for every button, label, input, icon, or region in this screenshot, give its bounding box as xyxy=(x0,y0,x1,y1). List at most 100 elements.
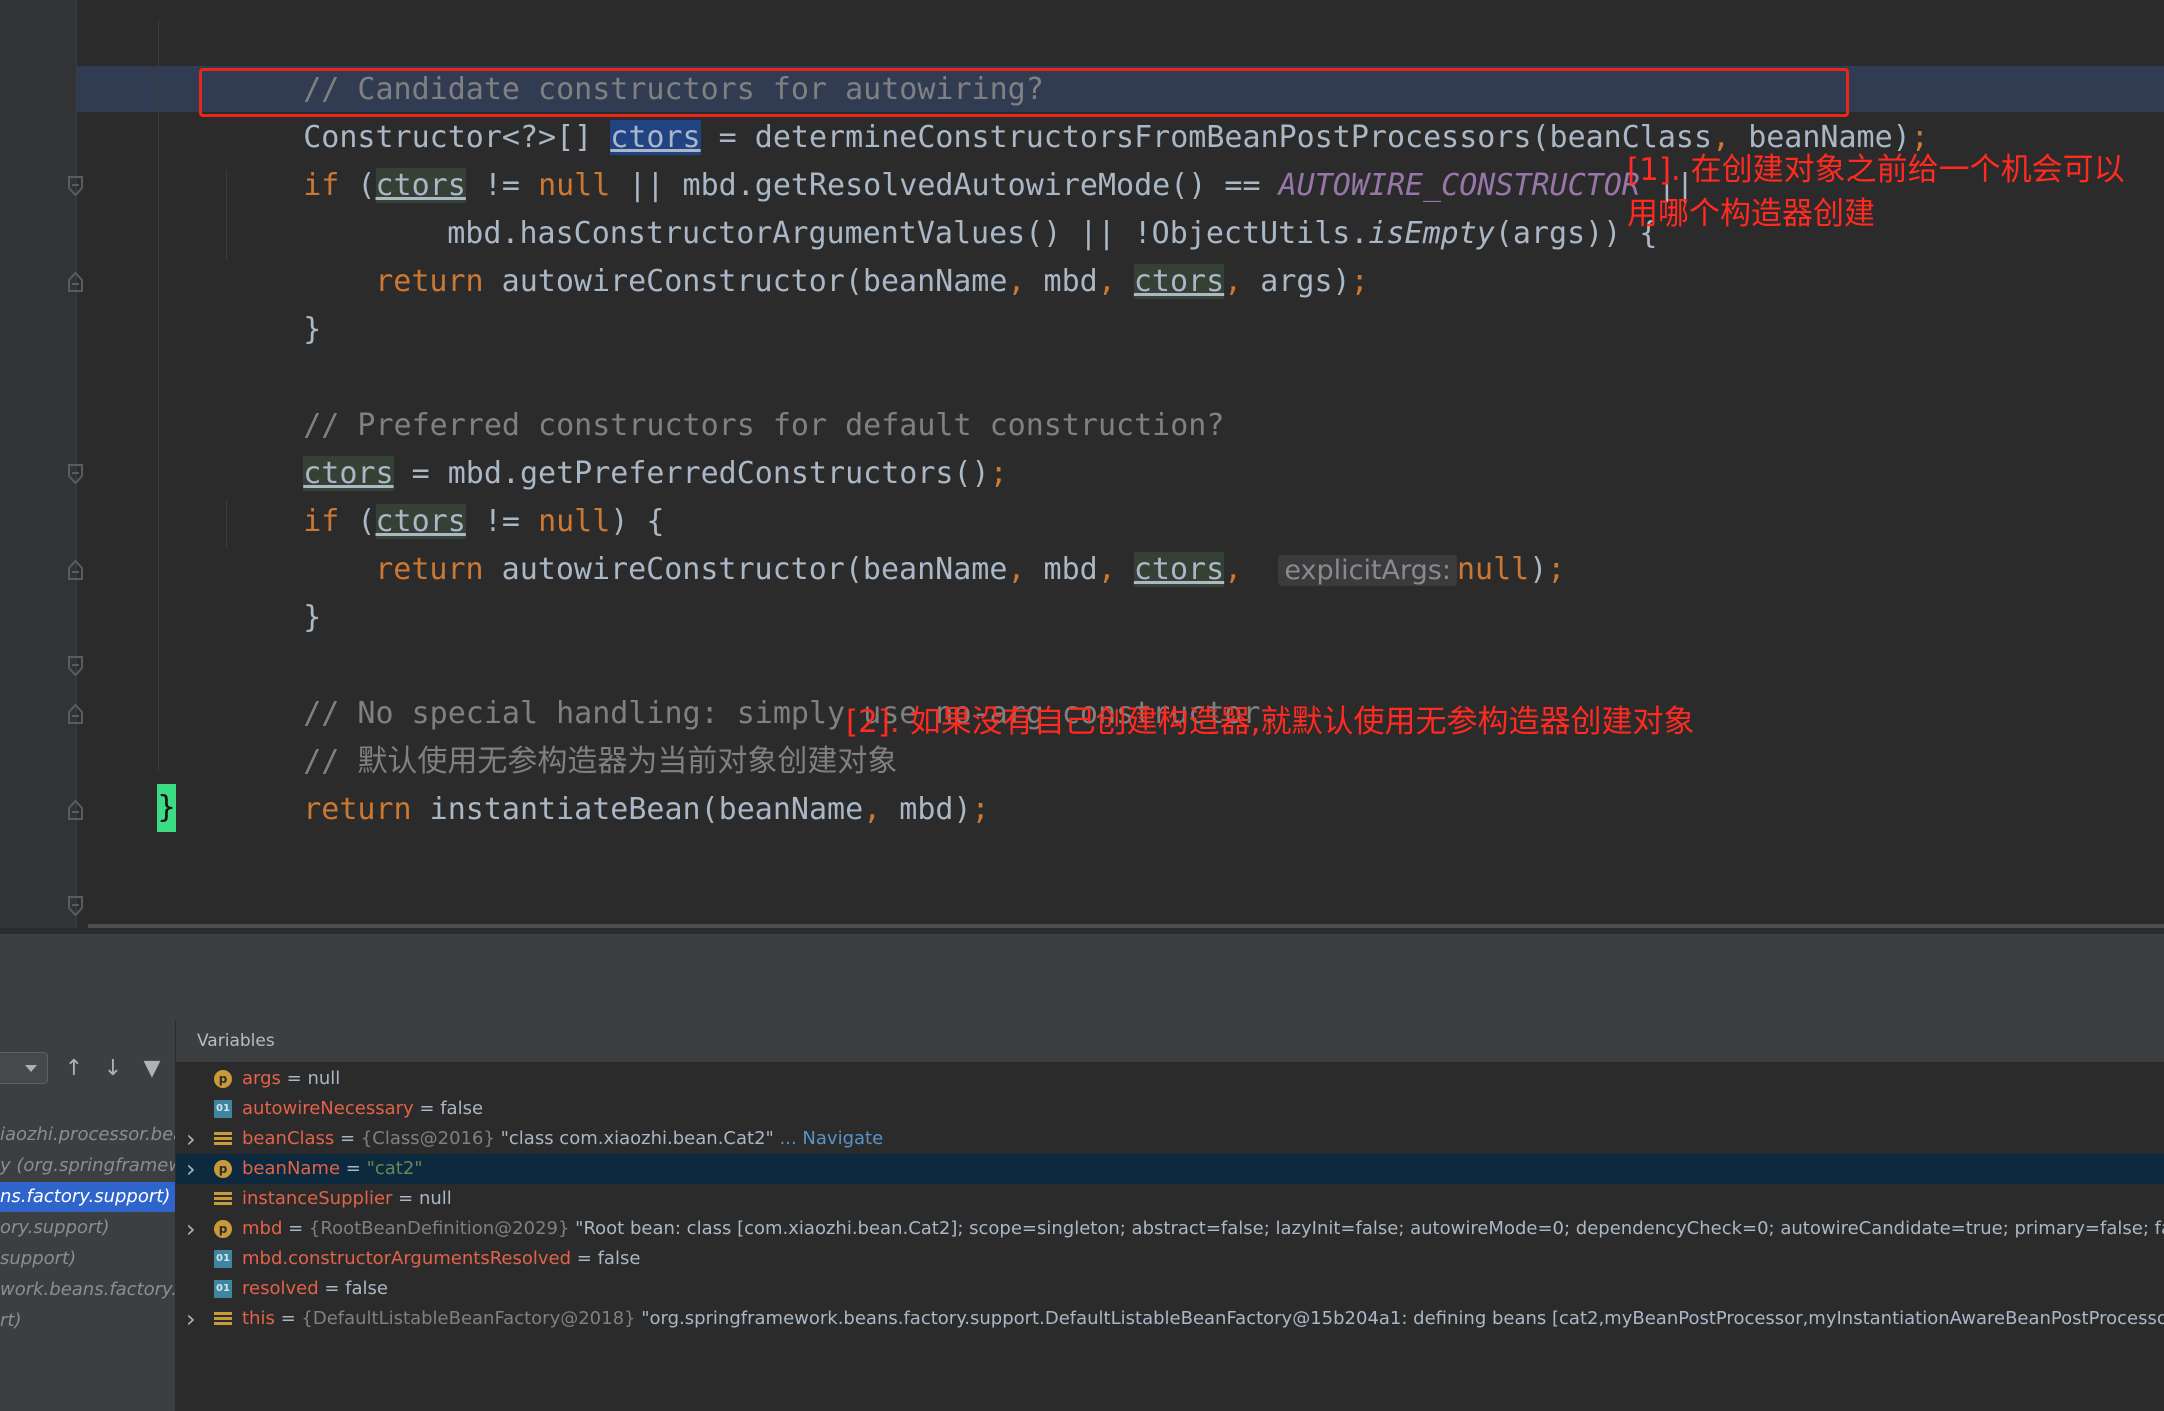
code-token: ; xyxy=(1350,264,1369,299)
indent-guide xyxy=(158,20,159,770)
parameter-hint: explicitArgs: xyxy=(1278,555,1457,586)
variable-ctors[interactable]: ctors xyxy=(1133,264,1225,299)
code-token: , xyxy=(1097,552,1134,587)
stack-frame[interactable]: ory.support) xyxy=(0,1213,175,1243)
variable-name: beanName xyxy=(242,1158,341,1179)
variable-row[interactable]: p args = null xyxy=(176,1064,2164,1094)
code-token: , xyxy=(1007,552,1044,587)
fold-end-icon[interactable] xyxy=(68,272,83,292)
frames-toolbar: ↑ ↓ ▼ xyxy=(0,1048,175,1092)
variable-text: this = {DefaultListableBeanFactory@2018}… xyxy=(242,1304,2164,1334)
field-icon xyxy=(214,1310,232,1328)
stack-frame[interactable]: work.beans.factory.su xyxy=(0,1275,175,1305)
code-line[interactable]: // 默认使用无参构造器为当前对象创建对象 xyxy=(231,690,897,779)
code-line[interactable]: return autowireConstructor(beanName, mbd… xyxy=(303,498,1565,587)
chevron-down-icon xyxy=(25,1065,37,1072)
variable-text: mbd = {RootBeanDefinition@2029} "Root be… xyxy=(242,1214,2164,1244)
code-token: ; xyxy=(971,792,990,827)
code-token: mbd) xyxy=(899,792,972,827)
expand-chevron-icon[interactable]: › xyxy=(186,1154,200,1184)
variable-row[interactable]: › p mbd = {RootBeanDefinition@2029} "Root … xyxy=(176,1214,2164,1244)
variable-value: "cat2" xyxy=(366,1158,423,1179)
fold-end-icon[interactable] xyxy=(68,560,83,580)
fold-marker-icon[interactable] xyxy=(68,176,83,196)
fold-marker-icon[interactable] xyxy=(68,656,83,676)
parameter-icon: p xyxy=(214,1220,232,1238)
variable-text: beanName = "cat2" xyxy=(242,1154,423,1184)
variable-name: this xyxy=(242,1308,275,1329)
variable-equals: = xyxy=(340,1158,367,1179)
code-line[interactable]: // Preferred constructors for default co… xyxy=(231,354,1224,443)
fold-end-icon[interactable] xyxy=(68,800,83,820)
variable-name: autowireNecessary xyxy=(242,1098,414,1119)
fold-marker-icon[interactable] xyxy=(68,896,83,916)
code-token: , xyxy=(1097,264,1134,299)
stack-frame[interactable]: iaozhi.processor.bea xyxy=(0,1120,175,1150)
variable-row[interactable]: › p beanName = "cat2" xyxy=(176,1154,2164,1184)
highlight-box xyxy=(199,68,1849,117)
variable-value: null xyxy=(307,1068,341,1089)
frames-panel: ↑ ↓ ▼ iaozhi.processor.bea y (org.springf… xyxy=(0,1020,176,1411)
arrow-down-icon[interactable]: ↓ xyxy=(101,1056,125,1082)
expand-chevron-icon[interactable]: › xyxy=(186,1124,200,1154)
code-line[interactable]: if (ctors != null) { xyxy=(231,450,665,539)
static-method: isEmpty xyxy=(1368,216,1495,251)
variable-row[interactable]: 01 autowireNecessary = false xyxy=(176,1094,2164,1124)
code-line[interactable]: return instantiateBean(beanName, mbd); xyxy=(231,738,989,827)
variable-text: beanClass = {Class@2016} "class com.xiao… xyxy=(242,1124,883,1154)
variable-equals: = xyxy=(413,1098,441,1119)
variable-row[interactable]: instanceSupplier = null xyxy=(176,1184,2164,1214)
code-editor[interactable]: // Candidate constructors for autowiring… xyxy=(0,0,2164,928)
code-line[interactable]: } xyxy=(231,546,321,635)
code-line[interactable]: mbd.hasConstructorArgumentValues() || !O… xyxy=(375,162,1657,251)
variable-row[interactable]: 01 mbd.constructorArgumentsResolved = fal… xyxy=(176,1244,2164,1274)
variable-value: "class com.xiaozhi.bean.Cat2" xyxy=(500,1128,774,1149)
expand-chevron-icon[interactable]: › xyxy=(186,1304,200,1334)
code-token: ) xyxy=(1529,552,1548,587)
code-token: mbd xyxy=(1043,264,1098,299)
stack-frame[interactable]: support) xyxy=(0,1244,175,1274)
variables-panel: Variables p args = null 01 autowireNecessar… xyxy=(176,1020,2164,1411)
code-line[interactable]: // No special handling: simply use no-ar… xyxy=(231,642,1278,731)
fold-marker-icon[interactable] xyxy=(68,464,83,484)
code-token: autowireConstructor(beanName xyxy=(483,552,1008,587)
code-line[interactable]: // Candidate constructors for autowiring… xyxy=(231,18,1044,107)
navigate-link[interactable]: ... Navigate xyxy=(774,1128,884,1149)
stack-frame[interactable]: rt) xyxy=(0,1306,175,1336)
variable-type: {DefaultListableBeanFactory@2018} xyxy=(301,1308,642,1329)
variable-text: instanceSupplier = null xyxy=(242,1184,452,1214)
annotation-note-2: [2]. 如果没有自己创建构造器,就默认使用无参构造器创建对象 xyxy=(846,700,1694,744)
code-token: , xyxy=(1224,552,1261,587)
variables-title: Variables xyxy=(176,1020,2164,1062)
variable-equals: = xyxy=(392,1188,419,1209)
horizontal-scrollbar[interactable] xyxy=(88,924,2164,928)
parameter-icon: p xyxy=(214,1160,232,1178)
field-icon xyxy=(214,1190,232,1208)
variable-text: resolved = false xyxy=(242,1274,388,1304)
code-line[interactable]: if (ctors != null || mbd.getResolvedAuto… xyxy=(231,114,1694,203)
code-line[interactable]: ctors = mbd.getPreferredConstructors(); xyxy=(231,402,1008,491)
variable-row[interactable]: 01 resolved = false xyxy=(176,1274,2164,1304)
thread-selector[interactable] xyxy=(0,1052,48,1084)
variable-equals: = xyxy=(274,1308,302,1329)
variable-ctors[interactable]: ctors xyxy=(1133,552,1225,587)
keyword: return xyxy=(303,792,412,827)
code-line[interactable]: return autowireConstructor(beanName, mbd… xyxy=(303,210,1369,299)
stack-frame[interactable]: ns.factory.support) xyxy=(0,1182,175,1212)
code-line[interactable]: /** xyxy=(157,882,283,928)
code-token: ; xyxy=(989,456,1008,491)
variable-row[interactable]: › beanClass = {Class@2016} "class com.xia… xyxy=(176,1124,2164,1154)
variable-row[interactable]: › this = {DefaultListableBeanFactory@2018… xyxy=(176,1304,2164,1334)
filter-icon[interactable]: ▼ xyxy=(140,1056,164,1082)
editor-gutter[interactable] xyxy=(0,0,76,928)
fold-end-icon[interactable] xyxy=(68,704,83,724)
annotation-note-1: [1]. 在创建对象之前给一个机会可以 xyxy=(1627,148,2125,192)
code-token: ; xyxy=(1547,552,1566,587)
expand-chevron-icon[interactable]: › xyxy=(186,1214,200,1244)
matched-brace[interactable]: } xyxy=(157,784,176,832)
code-token: , xyxy=(1007,264,1044,299)
stack-frame[interactable]: y (org.springframew xyxy=(0,1151,175,1181)
debug-panel: ↑ ↓ ▼ iaozhi.processor.bea y (org.springf… xyxy=(0,934,2164,1411)
arrow-up-icon[interactable]: ↑ xyxy=(62,1056,86,1082)
code-line[interactable]: } xyxy=(231,258,321,347)
